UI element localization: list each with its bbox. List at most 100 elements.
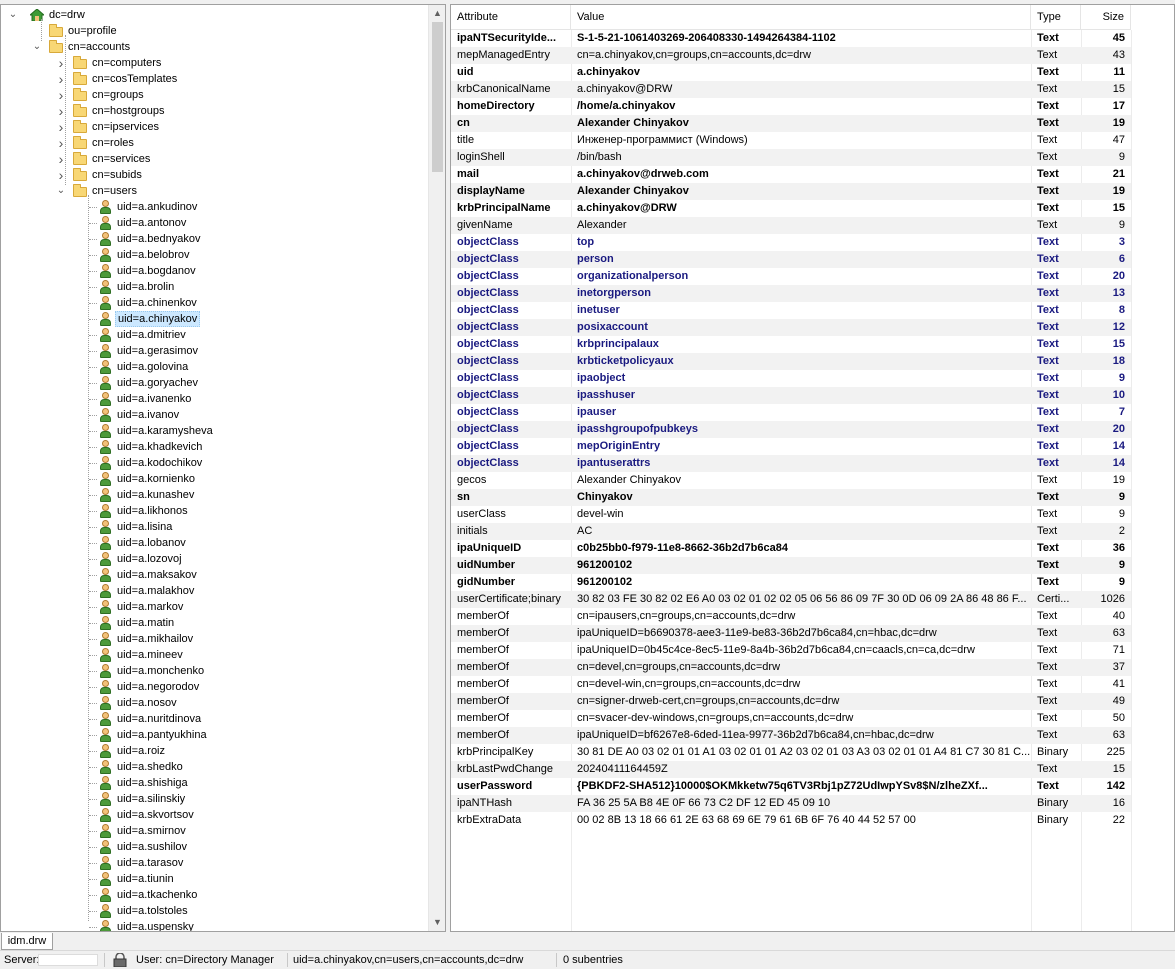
table-row[interactable]: memberOf cn=svacer-dev-windows,cn=groups,… (451, 710, 1131, 727)
table-row[interactable]: userCertificate;binary 30 82 03 FE 30 82 … (451, 591, 1131, 608)
cell-value: ipantuserattrs (577, 457, 651, 469)
scroll-down-icon[interactable]: ▼ (429, 914, 445, 931)
expand-icon[interactable]: › (56, 167, 66, 183)
column-header-attribute[interactable]: Attribute (451, 5, 571, 30)
cell-attribute: userClass (457, 508, 506, 520)
table-row[interactable]: sn Chinyakov Text 9 (451, 489, 1131, 506)
cell-attribute: homeDirectory (457, 100, 535, 112)
table-row[interactable]: displayName Alexander Chinyakov Text 19 (451, 183, 1131, 200)
table-row[interactable]: objectClass ipaobject Text 9 (451, 370, 1131, 387)
tree-guide-line (89, 783, 97, 784)
cell-attribute: objectClass (457, 321, 519, 333)
table-row[interactable]: objectClass inetorgperson Text 13 (451, 285, 1131, 302)
expand-icon[interactable]: › (56, 87, 66, 103)
table-row[interactable]: objectClass posixaccount Text 12 (451, 319, 1131, 336)
scroll-thumb[interactable] (432, 22, 443, 172)
column-header-value[interactable]: Value (571, 5, 1031, 30)
table-row[interactable]: memberOf cn=ipausers,cn=groups,cn=account… (451, 608, 1131, 625)
table-row[interactable]: objectClass krbticketpolicyaux Text 18 (451, 353, 1131, 370)
table-row[interactable]: krbLastPwdChange 20240411164459Z Text 15 (451, 761, 1131, 778)
cell-size: 8 (1118, 304, 1125, 316)
table-row[interactable]: uidNumber 961200102 Text 9 (451, 557, 1131, 574)
user-icon (97, 551, 113, 567)
table-row[interactable]: userClass devel-win Text 9 (451, 506, 1131, 523)
table-row[interactable]: objectClass ipasshuser Text 10 (451, 387, 1131, 404)
table-row[interactable]: memberOf cn=signer-drweb-cert,cn=groups,c… (451, 693, 1131, 710)
column-header-size[interactable]: Size (1081, 5, 1131, 30)
table-row[interactable]: krbCanonicalName a.chinyakov@DRW Text 15 (451, 81, 1131, 98)
table-row[interactable]: memberOf ipaUniqueID=0b45c4ce-8ec5-11e9-8… (451, 642, 1131, 659)
table-row[interactable]: objectClass inetuser Text 8 (451, 302, 1131, 319)
attribute-grid[interactable]: Attribute Value Type Size ipaNTSecurityI… (450, 4, 1175, 932)
cell-type: Text (1037, 338, 1059, 350)
user-icon (97, 839, 113, 855)
tree-pane[interactable]: ⌄ dc=drw ou=profile ⌄ cn=accounts › cn=compu… (0, 4, 446, 932)
cell-value: a.chinyakov@drweb.com (577, 168, 709, 180)
table-row[interactable]: mepManagedEntry cn=a.chinyakov,cn=groups,… (451, 47, 1131, 64)
tree-scrollbar[interactable]: ▲ ▼ (428, 5, 445, 931)
cell-attribute: userPassword (457, 780, 533, 792)
user-icon (97, 391, 113, 407)
column-header-type[interactable]: Type (1031, 5, 1081, 30)
table-row[interactable]: cn Alexander Chinyakov Text 19 (451, 115, 1131, 132)
grid-column-divider (1131, 30, 1132, 931)
collapse-icon[interactable]: ⌄ (8, 7, 18, 23)
tree-item-label: uid=a.sushilov (117, 841, 188, 853)
expand-icon[interactable]: › (56, 103, 66, 119)
folder-icon (72, 71, 88, 87)
table-row[interactable]: userPassword {PBKDF2-SHA512}10000$OKMkket… (451, 778, 1131, 795)
table-row[interactable]: ipaUniqueID c0b25bb0-f979-11e8-8662-36b2d… (451, 540, 1131, 557)
collapse-icon[interactable]: ⌄ (56, 183, 66, 199)
table-row[interactable]: objectClass ipauser Text 7 (451, 404, 1131, 421)
tree-item-label: uid=a.antonov (117, 217, 187, 229)
table-row[interactable]: ipaNTSecurityIde... S-1-5-21-1061403269-2… (451, 30, 1131, 47)
cell-type: Text (1037, 49, 1058, 61)
table-row[interactable]: title Инженер-программист (Windows) Text 47 (451, 132, 1131, 149)
cell-attribute: objectClass (457, 304, 519, 316)
table-row[interactable]: initials AC Text 2 (451, 523, 1131, 540)
table-row[interactable]: mail a.chinyakov@drweb.com Text 21 (451, 166, 1131, 183)
table-row[interactable]: gidNumber 961200102 Text 9 (451, 574, 1131, 591)
table-row[interactable]: memberOf cn=devel-win,cn=groups,cn=accoun… (451, 676, 1131, 693)
table-row[interactable]: krbPrincipalKey 30 81 DE A0 03 02 01 01 A… (451, 744, 1131, 761)
table-row[interactable]: homeDirectory/home/a.chinyakov Text 17 (451, 98, 1131, 115)
table-row[interactable]: gecos Alexander Chinyakov Text 19 (451, 472, 1131, 489)
table-row[interactable]: krbPrincipalName a.chinyakov@DRW Text 15 (451, 200, 1131, 217)
table-row[interactable]: objectClass mepOriginEntry Text 14 (451, 438, 1131, 455)
table-row[interactable]: memberOf cn=devel,cn=groups,cn=accounts,d… (451, 659, 1131, 676)
table-row[interactable]: krbExtraData 00 02 8B 13 18 66 61 2E 63 6… (451, 812, 1131, 829)
user-icon (97, 487, 113, 503)
expand-icon[interactable]: › (56, 55, 66, 71)
scroll-up-icon[interactable]: ▲ (429, 5, 445, 22)
tree-guide-line (89, 335, 97, 336)
table-row[interactable]: loginShell/bin/bash Text 9 (451, 149, 1131, 166)
expand-icon[interactable]: › (56, 71, 66, 87)
tab-connection[interactable]: idm.drw (1, 933, 53, 950)
table-row[interactable]: objectClass person Text 6 (451, 251, 1131, 268)
table-row[interactable]: objectClass ipantuserattrs Text 14 (451, 455, 1131, 472)
collapse-icon[interactable]: ⌄ (32, 39, 42, 55)
table-row[interactable]: objectClass ipasshgroupofpubkeys Text 20 (451, 421, 1131, 438)
expand-icon[interactable]: › (56, 151, 66, 167)
expand-icon[interactable]: › (56, 119, 66, 135)
table-row[interactable]: uid a.chinyakov Text 11 (451, 64, 1131, 81)
user-icon (97, 775, 113, 791)
table-row[interactable]: objectClass organizationalperson Text 20 (451, 268, 1131, 285)
table-row[interactable]: objectClass top Text 3 (451, 234, 1131, 251)
table-row[interactable]: givenName Alexander Text 9 (451, 217, 1131, 234)
tree-guide-line (89, 687, 97, 688)
cell-value: posixaccount (577, 321, 648, 333)
cell-attribute: memberOf (457, 627, 509, 639)
tree-item-label: uid=a.karamysheva (117, 425, 213, 437)
user-icon (97, 279, 113, 295)
table-row[interactable]: objectClass krbprincipalaux Text 15 (451, 336, 1131, 353)
cell-size: 15 (1112, 338, 1125, 350)
table-row[interactable]: memberOf ipaUniqueID=b6690378-aee3-11e9-b… (451, 625, 1131, 642)
user-icon (97, 759, 113, 775)
table-row[interactable]: memberOf ipaUniqueID=bf6267e8-6ded-11ea-9… (451, 727, 1131, 744)
table-row[interactable]: ipaNTHash FA 36 25 5A B8 4E 0F 66 73 C2 D… (451, 795, 1131, 812)
expand-icon[interactable]: › (56, 135, 66, 151)
tree-view[interactable]: ⌄ dc=drw ou=profile ⌄ cn=accounts › cn=compu… (1, 5, 428, 931)
domain-root-icon (29, 7, 45, 23)
tree-guide-line (89, 431, 97, 432)
